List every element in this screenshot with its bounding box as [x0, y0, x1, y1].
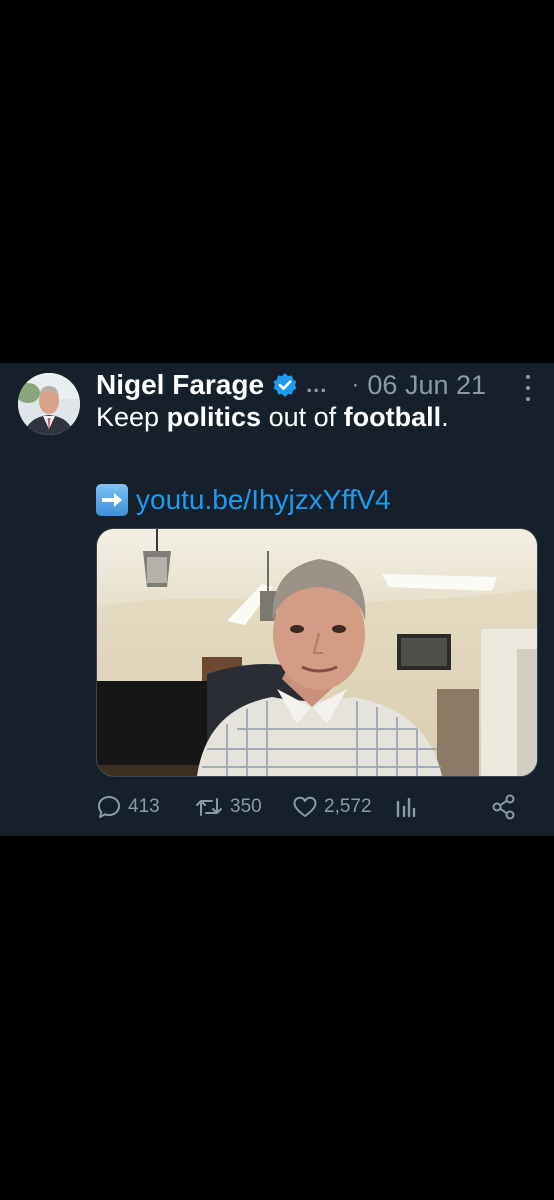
- reply-icon: [96, 794, 122, 820]
- name-truncation: ...: [306, 372, 328, 397]
- author-name[interactable]: Nigel Farage: [96, 369, 264, 401]
- author-avatar[interactable]: [18, 373, 80, 435]
- right-arrow-emoji-icon: [96, 484, 128, 516]
- reply-button[interactable]: 413: [96, 791, 160, 823]
- share-button[interactable]: [490, 791, 518, 823]
- tweet-card[interactable]: Nigel Farage ... · 06 Jun 21 Keep politi…: [0, 363, 554, 836]
- retweet-count: 350: [230, 796, 262, 817]
- text-part: out of: [261, 402, 344, 432]
- video-thumbnail[interactable]: [96, 528, 538, 777]
- retweet-button[interactable]: 350: [194, 791, 262, 823]
- youtube-link[interactable]: youtu.be/IhyjzxYffV4: [136, 484, 391, 516]
- text-part: .: [441, 402, 449, 432]
- text-bold-politics: politics: [166, 402, 262, 432]
- tweet-date[interactable]: 06 Jun 21: [367, 370, 486, 401]
- text-part: Keep: [96, 402, 167, 432]
- verified-badge-icon: [272, 372, 298, 398]
- like-button[interactable]: 2,572: [292, 791, 372, 823]
- tweet-text: Keep politics out of football.: [96, 399, 536, 435]
- like-count: 2,572: [324, 796, 372, 817]
- retweet-icon: [194, 794, 224, 820]
- text-bold-football: football: [343, 402, 442, 432]
- tweet-header: Nigel Farage ... · 06 Jun 21: [96, 367, 486, 403]
- analytics-icon: [394, 794, 418, 820]
- link-line: youtu.be/IhyjzxYffV4: [96, 480, 391, 520]
- reply-count: 413: [128, 796, 160, 817]
- heart-icon: [292, 794, 318, 820]
- separator-dot: ·: [351, 371, 360, 398]
- tweet-actions: 413 350 2,572: [96, 791, 536, 823]
- more-options-icon[interactable]: [526, 375, 532, 401]
- analytics-button[interactable]: [394, 791, 418, 823]
- share-icon: [490, 793, 518, 821]
